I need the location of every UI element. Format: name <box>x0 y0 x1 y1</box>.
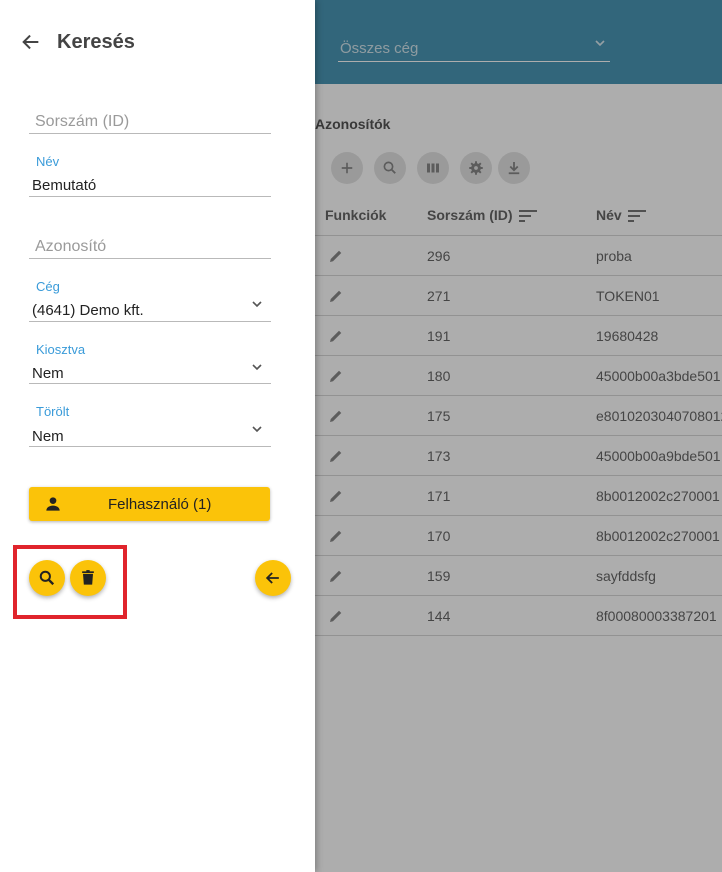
drawer-backdrop[interactable] <box>315 0 722 872</box>
company-field[interactable]: Cég (4641) Demo kft. <box>29 275 271 322</box>
search-drawer: Keresés Sorszám (ID) Név Bemutató Azonos… <box>0 0 315 872</box>
assigned-field[interactable]: Kiosztva Nem <box>29 338 271 384</box>
name-field-label: Név <box>36 154 60 169</box>
company-field-value: (4641) Demo kft. <box>32 302 144 319</box>
drawer-title: Keresés <box>57 31 135 53</box>
back-arrow-icon[interactable] <box>20 31 42 53</box>
id-field-placeholder: Sorszám (ID) <box>35 113 130 130</box>
assigned-field-value: Nem <box>32 365 64 382</box>
arrow-left-icon <box>265 572 279 584</box>
deleted-field[interactable]: Törölt Nem <box>29 400 271 447</box>
person-icon <box>46 497 60 511</box>
company-field-label: Cég <box>36 279 60 294</box>
deleted-field-label: Törölt <box>36 404 70 419</box>
identifier-field-placeholder: Azonosító <box>35 238 107 255</box>
id-field[interactable]: Sorszám (ID) <box>29 104 271 134</box>
user-button[interactable]: Felhasználó (1) <box>29 487 270 521</box>
close-drawer-button[interactable] <box>255 560 291 596</box>
assigned-field-label: Kiosztva <box>36 342 86 357</box>
highlight-box <box>13 545 127 619</box>
deleted-field-value: Nem <box>32 428 64 445</box>
name-field[interactable]: Név Bemutató <box>29 150 271 197</box>
identifier-field[interactable]: Azonosító <box>29 229 271 259</box>
chevron-down-icon <box>252 426 262 433</box>
name-field-value: Bemutató <box>32 177 97 194</box>
chevron-down-icon <box>252 364 262 371</box>
user-button-label: Felhasználó (1) <box>108 496 212 513</box>
chevron-down-icon <box>252 301 262 308</box>
